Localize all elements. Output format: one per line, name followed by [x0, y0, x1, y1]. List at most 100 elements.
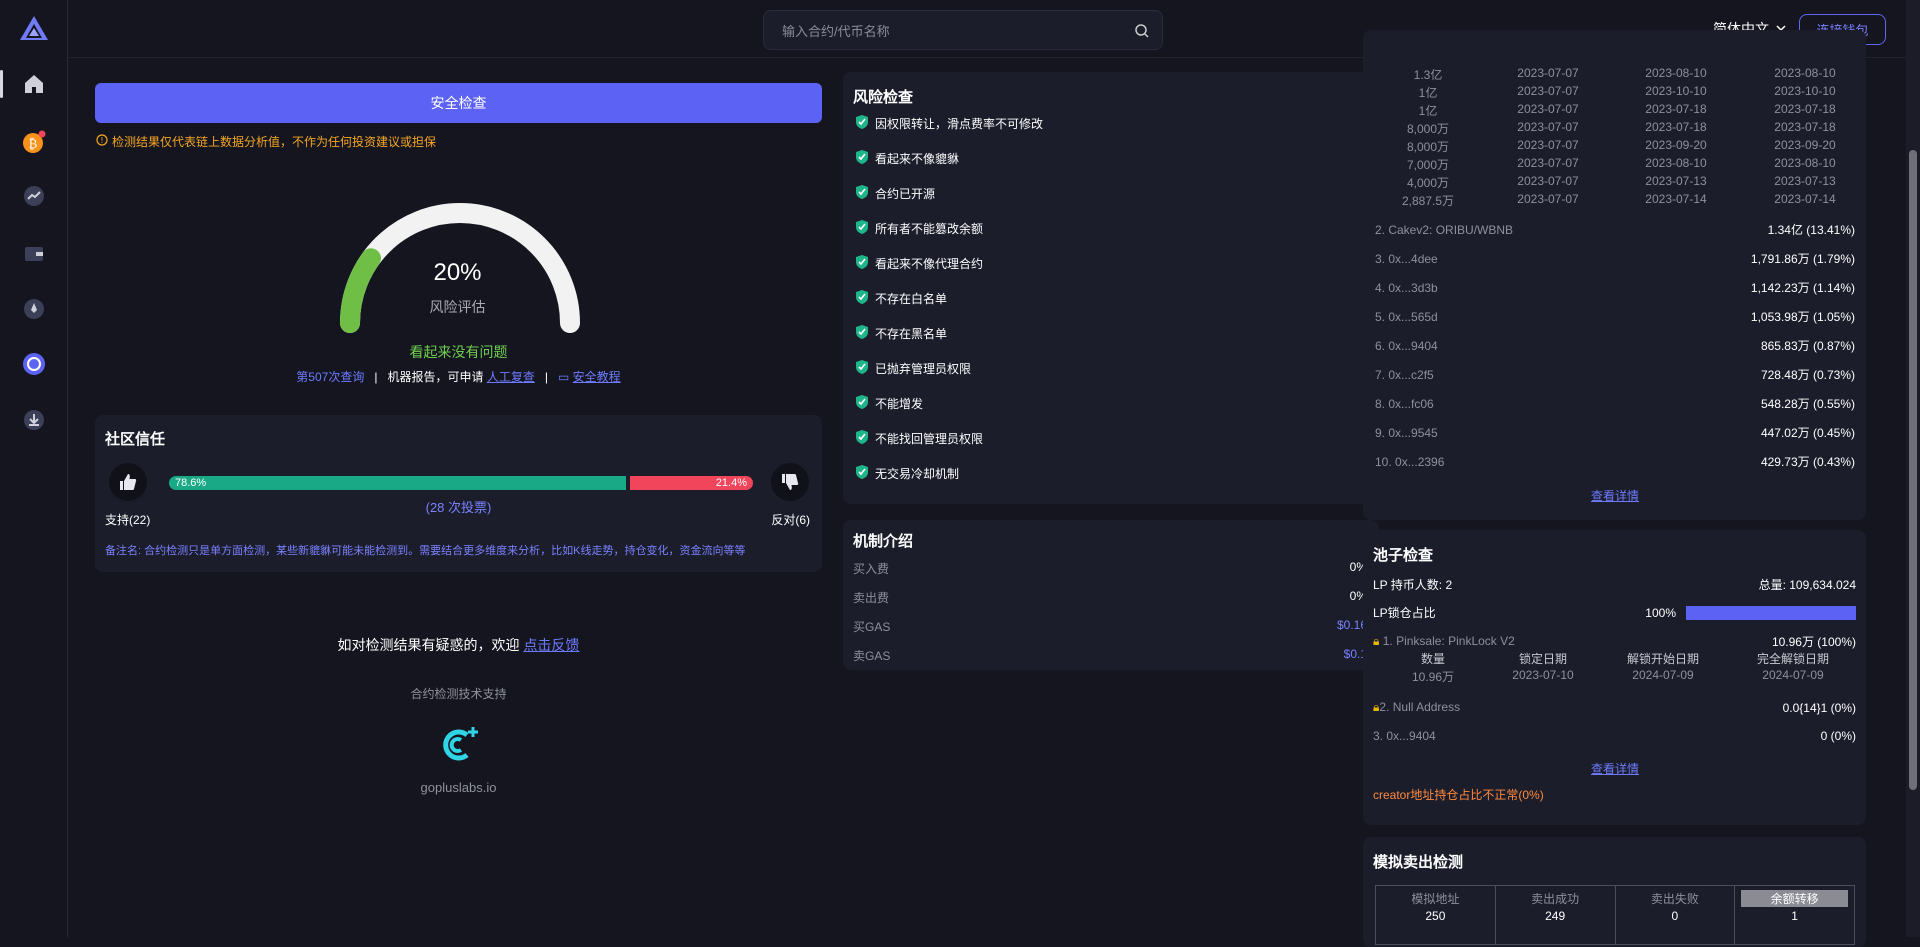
lock-cell: 2,887.5万: [1401, 194, 1455, 208]
shield-check-icon: [855, 149, 869, 168]
download-icon[interactable]: [18, 404, 50, 436]
holder-row[interactable]: 5. 0x...565d 1,053.98万 (1.05%): [1375, 308, 1855, 325]
risk-gauge: 20% 风险评估: [335, 193, 585, 343]
lock-row: 4,000万 2023-07-07 2023-07-13 2023-07-13: [1373, 174, 1853, 192]
search-icon[interactable]: [1134, 23, 1150, 44]
wallet-icon[interactable]: [18, 237, 50, 269]
risk-item-label: 不能找回管理员权限: [875, 432, 984, 446]
lp-lock-label: LP锁仓占比: [1373, 606, 1436, 620]
tutorial-link[interactable]: 安全教程: [573, 370, 621, 384]
lock-cell: 4,000万: [1406, 176, 1450, 190]
holder-row[interactable]: 6. 0x...9404 865.83万 (0.87%): [1375, 337, 1855, 354]
lock-cell: 8,000万: [1406, 122, 1450, 136]
buy-gas-label: 买GAS: [853, 620, 891, 634]
buy-gas-row: 买GAS $0.16: [853, 618, 1367, 635]
lock-row: 8,000万 2023-07-07 2023-07-18 2023-07-18: [1373, 120, 1853, 138]
search-box[interactable]: [763, 10, 1163, 50]
lock-cell: 2023-09-20: [1645, 138, 1707, 152]
holders-see-more-link[interactable]: 查看详情: [1591, 487, 1639, 504]
sell-header: 模拟地址: [1411, 892, 1460, 906]
query-line: 第507次查询 | 机器报告，可申请 人工复查 | ▭ 安全教程: [95, 368, 822, 385]
chart-icon[interactable]: [18, 180, 50, 212]
pool-title: 池子检查: [1373, 547, 1434, 564]
lock-icon: 🔒︎: [1373, 634, 1380, 648]
pool-lock-value: 2024-07-09: [1762, 668, 1824, 682]
holder-label: 8. 0x...fc06: [1375, 396, 1434, 411]
manual-review-link[interactable]: 人工复查: [487, 370, 535, 384]
sell-gas-label: 卖GAS: [853, 649, 891, 663]
sidebar: ₿: [0, 0, 68, 937]
lock-cell: 2023-09-20: [1774, 138, 1836, 152]
lock-cell: 1亿: [1418, 104, 1438, 118]
creator-warning: creator地址持仓占比不正常(0%): [1373, 788, 1544, 802]
risk-item: 看起来不像貔貅: [855, 149, 959, 168]
pool-item-2: 🔒︎2. Null Address 0.0{14}1 (0%): [1373, 700, 1856, 715]
search-input[interactable]: [782, 21, 1112, 41]
lock-cell: 2023-07-07: [1517, 102, 1579, 116]
holder-label: 7. 0x...c2f5: [1375, 367, 1434, 382]
scrollbar-thumb[interactable]: [1909, 150, 1917, 790]
bitcoin-icon[interactable]: ₿: [18, 126, 50, 158]
holder-row[interactable]: 3. 0x...4dee 1,791.86万 (1.79%): [1375, 250, 1855, 267]
lock-cell: 2023-07-07: [1517, 174, 1579, 188]
lp-holders-row: LP 持币人数: 2 总量: 109,634.024: [1373, 576, 1856, 593]
risk-item-label: 不存在黑名单: [875, 327, 948, 341]
feedback-link[interactable]: 点击反馈: [523, 637, 579, 653]
goplus-logo[interactable]: [437, 725, 481, 765]
lock-cell: 2023-07-14: [1774, 192, 1836, 206]
lock-cell: 2023-07-13: [1645, 174, 1707, 188]
shield-check-icon: [855, 219, 869, 238]
risk-item: 不存在白名单: [855, 289, 947, 308]
info-icon: !: [96, 134, 108, 149]
risk-check-card: 风险检查 因权限转让，滑点费率不可修改 看起来不像貔貅 合约已开源 所有者不能篡改余额…: [843, 72, 1379, 504]
holder-row[interactable]: 8. 0x...fc06 548.28万 (0.55%): [1375, 395, 1855, 412]
lp-holders: LP 持币人数: 2: [1373, 578, 1453, 592]
pool-lock-value: 2024-07-09: [1632, 668, 1694, 682]
holder-label: 10. 0x...2396: [1375, 454, 1445, 469]
risk-item-label: 看起来不像貔貅: [875, 152, 960, 166]
home-icon[interactable]: [18, 68, 50, 100]
holder-label: 5. 0x...565d: [1375, 309, 1438, 324]
holder-row[interactable]: 4. 0x...3d3b 1,142.23万 (1.14%): [1375, 279, 1855, 296]
app-logo[interactable]: [18, 14, 50, 44]
pool-item-3-label: 3. 0x...9404: [1373, 729, 1436, 743]
pool-lock-header: 锁定日期: [1518, 652, 1567, 666]
holder-value: 1.34亿 (13.41%): [1767, 223, 1855, 237]
oppose-label: 反对(6): [771, 513, 810, 527]
sell-col-success: 卖出成功 249: [1496, 886, 1616, 944]
thumbs-up-icon[interactable]: [109, 463, 147, 501]
risk-item-label: 因权限转让，滑点费率不可修改: [875, 117, 1044, 131]
rocket-icon[interactable]: [18, 293, 50, 325]
lock-cell: 2023-07-07: [1517, 138, 1579, 152]
holder-value: 1,053.98万 (1.05%): [1750, 310, 1855, 324]
holder-label: 9. 0x...9545: [1375, 425, 1438, 440]
holder-value: 447.02万 (0.45%): [1760, 426, 1855, 440]
thumbs-down-icon[interactable]: [771, 463, 809, 501]
vote-bar: 78.6% 21.4%: [169, 476, 753, 490]
oppose-bar: 21.4%: [630, 476, 753, 490]
holder-row[interactable]: 2. Cakev2: ORIBU/WBNB 1.34亿 (13.41%): [1375, 221, 1855, 238]
risk-percent: 20%: [433, 259, 482, 286]
risk-item: 无交易冷却机制: [855, 464, 959, 483]
buy-fee-label: 买入费: [853, 562, 890, 576]
shield-check-icon: [855, 289, 869, 308]
disclaimer: ! 检测结果仅代表链上数据分析值，不作为任何投资建议或担保: [96, 133, 436, 150]
holder-row[interactable]: 10. 0x...2396 429.73万 (0.43%): [1375, 453, 1855, 470]
pool-lock-value: 2023-07-10: [1512, 668, 1574, 682]
pool-see-more-link[interactable]: 查看详情: [1591, 760, 1639, 777]
feedback-question: 如对检测结果有疑惑的，欢迎: [337, 637, 520, 653]
target-icon[interactable]: [18, 348, 50, 380]
pool-item-3: 3. 0x...9404 0 (0%): [1373, 729, 1856, 743]
pool-check-card: 池子检查 LP 持币人数: 2 总量: 109,634.024 LP锁仓占比 1…: [1363, 530, 1866, 825]
shield-check-icon: [855, 359, 869, 378]
lock-cell: 2023-07-07: [1517, 66, 1579, 80]
holder-row[interactable]: 7. 0x...c2f5 728.48万 (0.73%): [1375, 366, 1855, 383]
pool-lock-header: 数量: [1420, 652, 1445, 666]
holder-value: 429.73万 (0.43%): [1760, 455, 1855, 469]
holder-row[interactable]: 9. 0x...9545 447.02万 (0.45%): [1375, 424, 1855, 441]
lock-cell: 1.3亿: [1413, 68, 1443, 82]
lock-cell: 2023-07-18: [1774, 120, 1836, 134]
query-count[interactable]: 第507次查询: [296, 370, 364, 384]
security-check-button[interactable]: 安全检查: [95, 83, 822, 123]
scrollbar-track[interactable]: [1906, 0, 1920, 937]
